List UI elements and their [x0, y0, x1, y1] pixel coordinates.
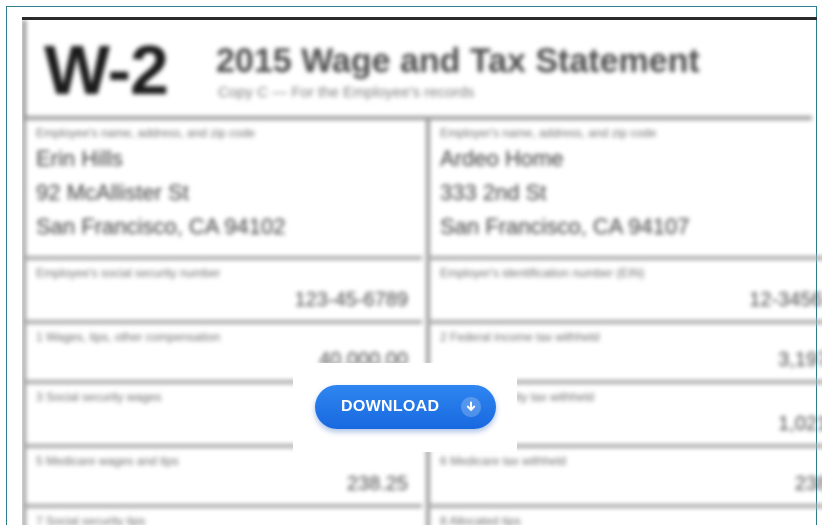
employee-address-label: Employee's name, address, and zip code: [36, 126, 256, 140]
box-6-cell: 6 Medicare tax withheld 238.25: [426, 448, 822, 508]
box-2-value: 3,197.54: [778, 349, 822, 371]
box-7-cell: 7 Social security tips: [22, 508, 422, 525]
box-5-label: 5 Medicare wages and tips: [36, 454, 179, 468]
box-row-3: 5 Medicare wages and tips 238.25 6 Medic…: [22, 448, 822, 508]
employer-address-label: Employer's name, address, and zip code: [440, 126, 657, 140]
form-subtitle: Copy C — For the Employee's records: [218, 84, 475, 101]
ein-label: Employer's identification number (EIN): [440, 266, 645, 280]
box-5-value: 238.25: [346, 473, 408, 495]
ein-cell: Employer's identification number (EIN) 1…: [426, 260, 822, 324]
box-2-label: 2 Federal income tax withheld: [440, 330, 600, 344]
employee-name: Erin Hills: [36, 146, 123, 171]
employer-city: San Francisco, CA 94107: [440, 214, 690, 239]
box-5-cell: 5 Medicare wages and tips 238.25: [22, 448, 422, 508]
form-number: W-2: [44, 31, 169, 109]
id-row: Employee's social security number 123-45…: [22, 260, 822, 324]
box-6-label: 6 Medicare tax withheld: [440, 454, 567, 468]
ssn-value: 123-45-6789: [294, 289, 408, 311]
employer-name: Ardeo Home: [440, 146, 564, 171]
employee-address-cell: Employee's name, address, and zip code E…: [22, 120, 422, 260]
box-row-4: 7 Social security tips 8 Allocated tips: [22, 508, 822, 525]
box-6-value: 238.25: [794, 473, 822, 495]
box-8-label: 8 Allocated tips: [440, 514, 521, 525]
form-title: 2015 Wage and Tax Statement: [216, 42, 700, 80]
box-8-cell: 8 Allocated tips: [426, 508, 822, 525]
employer-address-cell: Employer's name, address, and zip code A…: [426, 120, 822, 260]
ssn-cell: Employee's social security number 123-45…: [22, 260, 422, 324]
ein-value: 12-3456789: [749, 289, 822, 311]
employer-street: 333 2nd St: [440, 180, 547, 205]
ssn-label: Employee's social security number: [36, 266, 221, 280]
box-7-label: 7 Social security tips: [36, 514, 146, 525]
download-button-label: DOWNLOAD: [341, 398, 440, 415]
box-4-value: 1,021.62: [778, 413, 822, 435]
employee-city: San Francisco, CA 94102: [36, 214, 286, 239]
form-header: W-2 2015 Wage and Tax Statement Copy C —…: [22, 20, 812, 120]
arrow-down-circle-icon: [461, 397, 481, 417]
box-1-label: 1 Wages, tips, other compensation: [36, 330, 221, 344]
address-row: Employee's name, address, and zip code E…: [22, 120, 822, 260]
employee-street: 92 McAllister St: [36, 180, 189, 205]
download-button[interactable]: DOWNLOAD: [315, 385, 496, 429]
